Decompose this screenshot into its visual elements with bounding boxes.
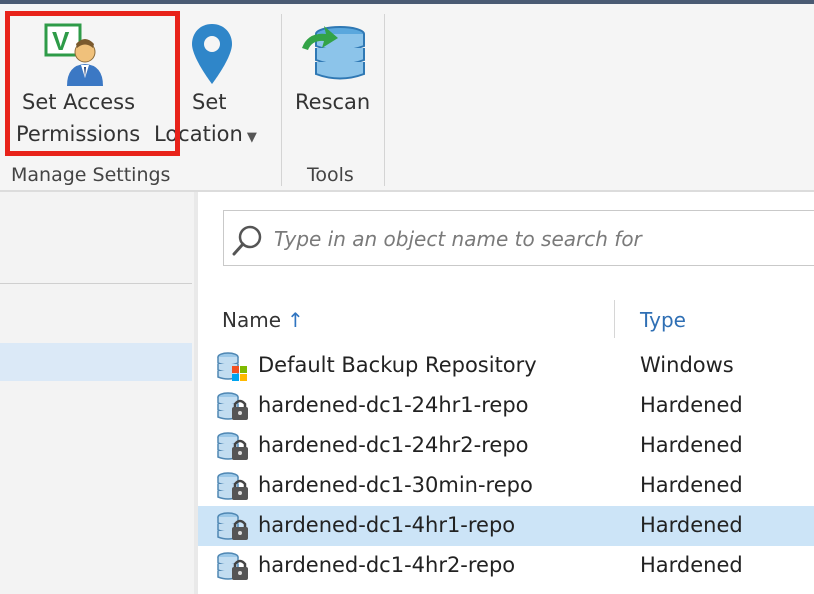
search-input[interactable]: [272, 220, 814, 258]
search-box[interactable]: [223, 210, 814, 266]
navigation-pane: [0, 192, 194, 594]
windows-repository-icon: [216, 352, 250, 386]
group-label-manage-settings: Manage Settings: [11, 164, 171, 186]
repository-type: Hardened: [640, 513, 743, 537]
table-row[interactable]: hardened-dc1-4hr2-repo Hardened: [198, 546, 814, 586]
column-header-type[interactable]: Type: [640, 308, 686, 332]
sort-ascending-icon: ↑: [287, 308, 304, 332]
group-label-tools: Tools: [307, 164, 354, 186]
repository-type: Windows: [640, 353, 734, 377]
set-location-label-line2: Location: [154, 122, 243, 146]
repository-type: Hardened: [640, 433, 743, 457]
rescan-button[interactable]: Rescan: [288, 14, 380, 134]
svg-text:V: V: [52, 26, 70, 56]
navigation-selected-item[interactable]: [0, 343, 192, 381]
search-icon: [230, 222, 266, 262]
repository-type: Hardened: [640, 473, 743, 497]
table-row[interactable]: Default Backup Repository Windows: [198, 346, 814, 386]
column-header-type-label: Type: [640, 308, 686, 332]
user-permissions-icon: V: [43, 22, 109, 92]
rescan-database-icon: [298, 22, 368, 92]
hardened-repository-icon: [216, 512, 250, 546]
repository-type: Hardened: [640, 553, 743, 577]
hardened-repository-icon: [216, 552, 250, 586]
repository-name: hardened-dc1-24hr2-repo: [258, 433, 529, 457]
set-location-label-line1: Set: [192, 90, 227, 114]
column-header-name[interactable]: Name ↑: [222, 308, 304, 332]
repository-name: hardened-dc1-4hr2-repo: [258, 553, 516, 577]
hardened-repository-icon: [216, 392, 250, 426]
column-header-name-label: Name: [222, 308, 282, 332]
set-access-label-line1: Set Access: [22, 90, 136, 114]
repository-name: hardened-dc1-4hr1-repo: [258, 513, 516, 537]
repository-name: Default Backup Repository: [258, 353, 537, 377]
table-row[interactable]: hardened-dc1-30min-repo Hardened: [198, 466, 814, 506]
ribbon-group-separator: [281, 14, 282, 186]
column-separator[interactable]: [614, 300, 615, 338]
set-access-label-line2: Permissions: [16, 122, 141, 146]
table-row[interactable]: hardened-dc1-24hr2-repo Hardened: [198, 426, 814, 466]
table-row-selected[interactable]: hardened-dc1-4hr1-repo Hardened: [198, 506, 814, 546]
repository-name: hardened-dc1-30min-repo: [258, 473, 533, 497]
ribbon-group-separator: [384, 14, 385, 186]
repository-type: Hardened: [640, 393, 743, 417]
chevron-down-icon: ▼: [246, 130, 257, 145]
table-row[interactable]: hardened-dc1-24hr1-repo Hardened: [198, 386, 814, 426]
location-pin-icon: [190, 22, 234, 92]
navigation-divider: [0, 283, 192, 284]
repository-name: hardened-dc1-24hr1-repo: [258, 393, 529, 417]
set-location-label-line2-wrap: Location ▼: [154, 122, 257, 146]
hardened-repository-icon: [216, 432, 250, 466]
hardened-repository-icon: [216, 472, 250, 506]
set-location-button[interactable]: Set Location ▼: [150, 14, 270, 154]
rescan-label: Rescan: [295, 90, 371, 114]
